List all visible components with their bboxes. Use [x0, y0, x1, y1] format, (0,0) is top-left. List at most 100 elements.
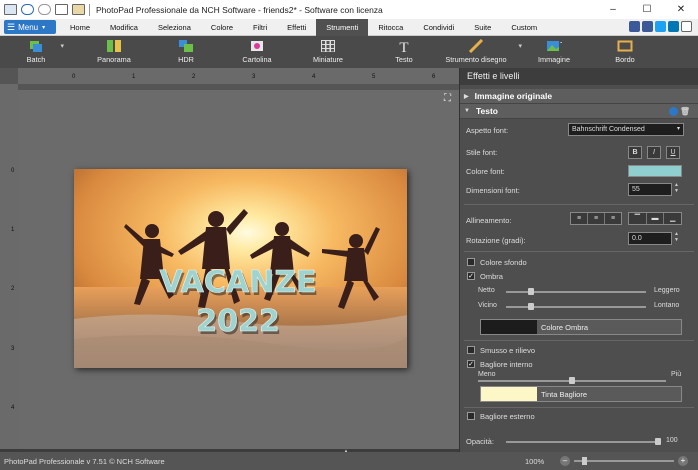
zoom-level: 100%: [525, 456, 545, 466]
ruler-h-tick: 5: [372, 74, 376, 80]
tab-ritocca[interactable]: Ritocca: [368, 19, 413, 36]
align-top-icon[interactable]: ▔: [629, 213, 647, 224]
panel-divider: [464, 407, 694, 408]
tab-condividi[interactable]: Condividi: [413, 19, 464, 36]
menu-button[interactable]: ☰ Menu ▾: [4, 20, 56, 34]
pen-icon: [468, 39, 484, 53]
text-button[interactable]: T Testo: [392, 36, 416, 68]
font-dropdown[interactable]: Bahnschrift Condensed ▾: [568, 123, 684, 136]
tab-home[interactable]: Home: [60, 19, 100, 36]
maximize-button[interactable]: ☐: [630, 0, 664, 19]
facebook-icon[interactable]: [642, 21, 653, 32]
border-button[interactable]: Bordo: [612, 36, 638, 68]
bg-color-checkbox[interactable]: [467, 258, 475, 266]
panorama-button[interactable]: Panorama: [94, 36, 134, 68]
align-center-icon[interactable]: ≡: [588, 213, 605, 224]
align-middle-icon[interactable]: ▬: [646, 213, 665, 224]
rotation-spinner[interactable]: ▲ ▼: [674, 231, 679, 243]
image-button[interactable]: + Immagine: [536, 36, 572, 68]
close-button[interactable]: ✕: [664, 0, 698, 19]
section-original-image[interactable]: ▶ Immagine originale: [460, 89, 698, 104]
slider-thumb[interactable]: [528, 303, 535, 310]
text-label: Testo: [395, 55, 413, 64]
paste-icon[interactable]: [72, 4, 85, 15]
tab-filtri[interactable]: Filtri: [243, 19, 277, 36]
tab-custom[interactable]: Custom: [501, 19, 547, 36]
outer-glow-checkbox[interactable]: [467, 412, 475, 420]
status-bar: PhotoPad Professionale v 7.51 © NCH Soft…: [0, 452, 698, 470]
ruler-v-tick: 0: [11, 168, 15, 174]
new-file-icon[interactable]: [55, 4, 68, 15]
opacity-slider[interactable]: [506, 441, 658, 443]
zoom-slider-thumb[interactable]: [582, 457, 587, 465]
twitter-icon[interactable]: [655, 21, 666, 32]
shadow-sharpness-slider[interactable]: [506, 291, 646, 293]
svg-text:+: +: [560, 39, 562, 47]
font-color-swatch[interactable]: [628, 165, 682, 177]
like-icon[interactable]: [629, 21, 640, 32]
align-bottom-icon[interactable]: ▁: [664, 213, 682, 224]
slider-thumb[interactable]: [569, 377, 575, 384]
align-right-icon[interactable]: ≡: [605, 213, 621, 224]
tab-suite[interactable]: Suite: [464, 19, 501, 36]
more-label: Più: [671, 371, 682, 378]
image-icon: +: [547, 39, 562, 51]
year-text[interactable]: 2022: [196, 304, 280, 340]
tab-effetti[interactable]: Effetti: [277, 19, 316, 36]
tab-seleziona[interactable]: Seleziona: [148, 19, 201, 36]
font-aspect-label: Aspetto font:: [466, 126, 509, 135]
vertical-ruler: 0 1 2 3 4: [0, 84, 18, 449]
emboss-checkbox[interactable]: [467, 346, 475, 354]
redo-icon[interactable]: [38, 4, 51, 15]
save-icon[interactable]: [4, 4, 17, 15]
vertical-alignment-group: ▔ ▬ ▁: [628, 212, 682, 225]
visibility-icon[interactable]: [669, 106, 678, 116]
slider-thumb[interactable]: [655, 438, 661, 445]
shadow-checkbox[interactable]: ✓: [467, 272, 475, 280]
font-size-spinner[interactable]: ▲ ▼: [674, 182, 679, 194]
glow-color-button[interactable]: Tinta Bagliore: [480, 386, 682, 402]
align-left-icon[interactable]: ≡: [571, 213, 588, 224]
tab-colore[interactable]: Colore: [201, 19, 243, 36]
panorama-label: Panorama: [97, 55, 131, 64]
shadow-distance-slider[interactable]: [506, 306, 646, 308]
underline-button[interactable]: U: [666, 146, 680, 159]
zoom-slider[interactable]: [574, 460, 674, 462]
trash-icon[interactable]: 🗑: [680, 107, 690, 116]
font-style-label: Stile font:: [466, 148, 498, 157]
photo-image[interactable]: VACANZE VACANZE 2022 2022: [74, 169, 407, 368]
tab-strumenti[interactable]: Strumenti: [316, 18, 369, 36]
zoom-out-button[interactable]: –: [560, 456, 570, 466]
zoom-in-button[interactable]: +: [678, 456, 688, 466]
minimize-button[interactable]: –: [596, 0, 630, 19]
ruler-v-tick: 2: [11, 286, 15, 292]
help-icon[interactable]: [681, 21, 692, 32]
batch-button[interactable]: Batch: [22, 36, 64, 68]
italic-button[interactable]: I: [647, 146, 661, 159]
postcard-icon: [251, 41, 263, 51]
batch-icon: [30, 41, 42, 52]
section-text[interactable]: ▼ Testo 🗑: [460, 104, 698, 119]
emboss-label: Smusso e rilievo: [480, 346, 536, 355]
undo-icon[interactable]: [21, 4, 34, 15]
slider-thumb[interactable]: [528, 288, 535, 295]
tab-modifica[interactable]: Modifica: [100, 19, 148, 36]
inner-glow-checkbox[interactable]: ✓: [467, 360, 475, 368]
postcard-button[interactable]: Cartolina: [237, 36, 277, 68]
bg-color-label: Colore sfondo: [480, 258, 527, 267]
headline-text[interactable]: VACANZE: [159, 265, 317, 301]
inner-glow-label: Bagliore interno: [480, 360, 533, 369]
ruler-v-tick: 3: [11, 346, 15, 352]
draw-tool-button[interactable]: Strumento disegno: [444, 36, 522, 68]
toolbar: Batch Panorama HDR Cartolina Miniature T…: [0, 36, 698, 68]
outer-glow-label: Bagliore esterno: [480, 412, 535, 421]
linkedin-icon[interactable]: [668, 21, 679, 32]
collapse-icon: ▼: [464, 108, 470, 114]
fullscreen-icon[interactable]: ⛶: [444, 93, 451, 104]
rotation-input[interactable]: 0.0: [628, 232, 672, 245]
font-size-input[interactable]: 55: [628, 183, 672, 196]
thumbnails-button[interactable]: Miniature: [308, 36, 348, 68]
bold-button[interactable]: B: [628, 146, 642, 159]
hdr-button[interactable]: HDR: [172, 36, 200, 68]
shadow-color-button[interactable]: Colore Ombra: [480, 319, 682, 335]
